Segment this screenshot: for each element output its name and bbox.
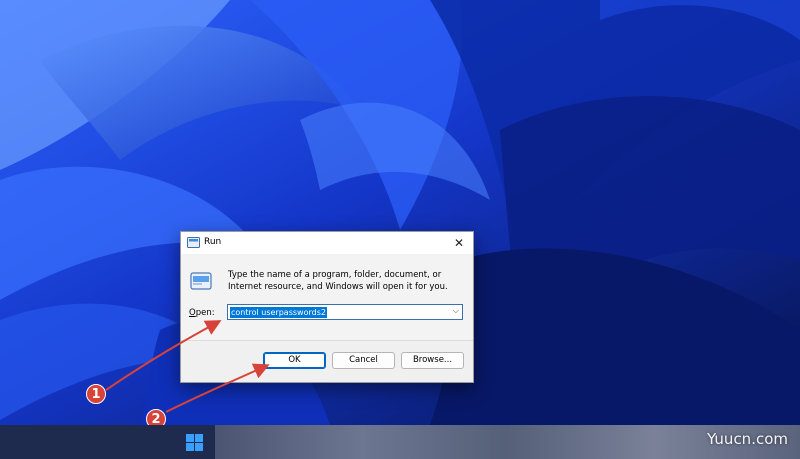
callout-step-1: 1 [86, 384, 106, 404]
taskbar [0, 425, 800, 459]
arrow-to-ok [165, 363, 270, 413]
annotation-arrows [105, 320, 270, 413]
watermark: Yuucn.com [706, 430, 788, 448]
arrow-to-input [105, 320, 222, 391]
windows-start-icon[interactable] [186, 434, 203, 451]
